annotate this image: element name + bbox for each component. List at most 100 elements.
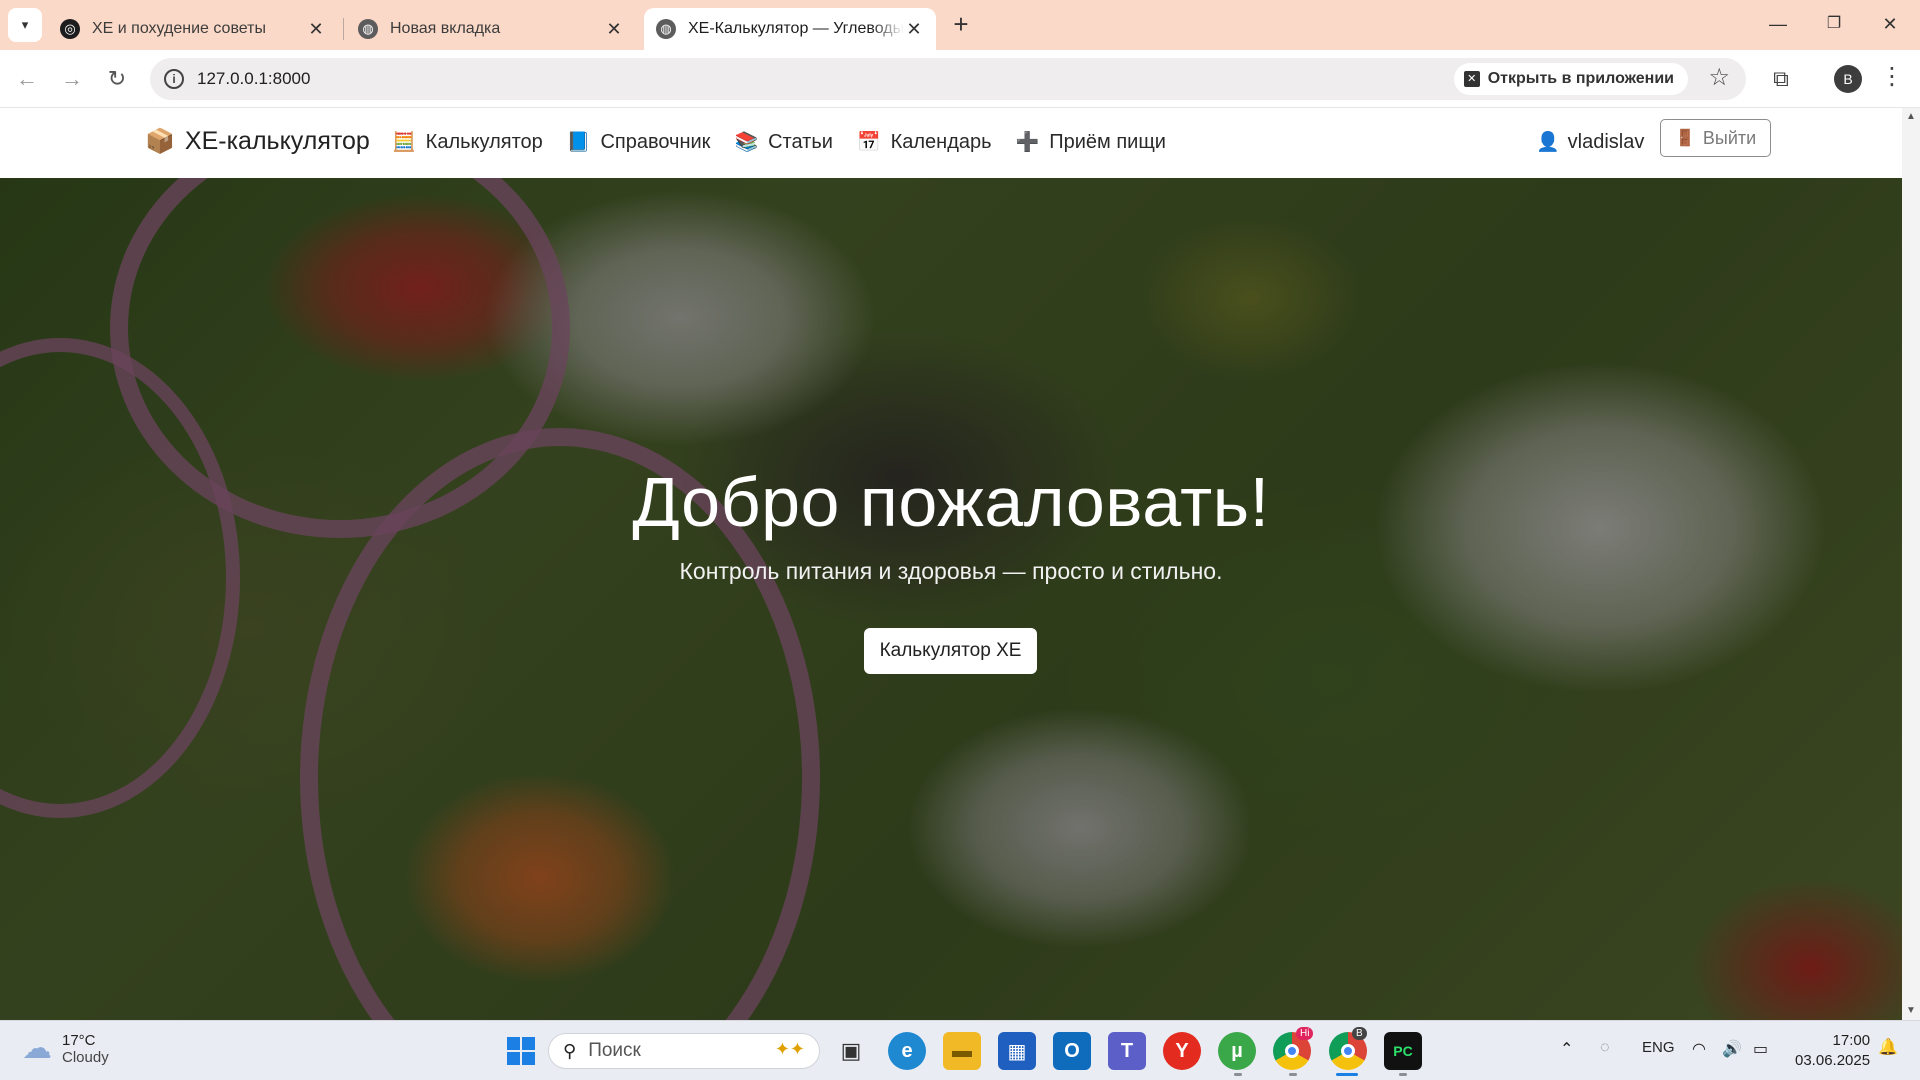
windows-start-icon[interactable] bbox=[502, 1032, 540, 1070]
nav-links: 🧮 Калькулятор 📘 Справочник 📚 Статьи 📅 Ка… bbox=[392, 130, 1190, 154]
close-tab-icon[interactable]: ✕ bbox=[306, 19, 326, 40]
start-logo-pane bbox=[507, 1037, 520, 1050]
nav-item-label: Приём пищи bbox=[1049, 130, 1166, 153]
chrome-center bbox=[1341, 1044, 1355, 1058]
microsoft-store-icon[interactable]: ▦ bbox=[998, 1032, 1036, 1070]
back-arrow-icon[interactable]: ← bbox=[10, 62, 44, 96]
app-icon: ✕ bbox=[1463, 71, 1480, 87]
close-tab-icon[interactable]: ✕ bbox=[604, 19, 624, 40]
open-in-app-button[interactable]: ✕ Открыть в приложении bbox=[1453, 63, 1688, 95]
hero-section: Добро пожаловать! Контроль питания и здо… bbox=[0, 178, 1902, 1020]
brand-link[interactable]: 📦 ХЕ-калькулятор bbox=[145, 127, 370, 156]
notification-badge: Hi bbox=[1296, 1027, 1314, 1040]
profile-avatar[interactable]: B bbox=[1834, 65, 1862, 93]
door-icon: 🚪 bbox=[1675, 130, 1695, 147]
wifi-icon[interactable]: ◠ bbox=[1692, 1039, 1706, 1059]
browser-toolbar: ← → ↻ i 127.0.0.1:8000 ✕ Открыть в прило… bbox=[0, 50, 1920, 108]
books-icon: 📚 bbox=[734, 132, 759, 153]
forward-arrow-icon[interactable]: → bbox=[55, 62, 89, 96]
show-hidden-icons-chevron-icon[interactable]: ⌃ bbox=[1560, 1039, 1573, 1059]
start-logo-pane bbox=[507, 1052, 520, 1065]
weather-widget[interactable]: ☁ 17°C Cloudy bbox=[22, 1031, 109, 1066]
extensions-puzzle-icon[interactable]: ⧉ bbox=[1766, 62, 1796, 96]
search-icon: ⚲ bbox=[563, 1040, 577, 1061]
logout-button[interactable]: 🚪 Выйти bbox=[1660, 119, 1772, 157]
url-text[interactable]: 127.0.0.1:8000 bbox=[197, 69, 310, 89]
utorrent-icon[interactable]: µ bbox=[1218, 1032, 1256, 1070]
outlook-icon[interactable]: O bbox=[1053, 1032, 1091, 1070]
nav-item-calendar[interactable]: 📅 Календарь bbox=[857, 130, 992, 154]
scroll-down-arrow-icon[interactable]: ▼ bbox=[1902, 1002, 1920, 1020]
nav-item-calculator[interactable]: 🧮 Калькулятор bbox=[392, 130, 543, 154]
language-indicator[interactable]: ENG bbox=[1642, 1039, 1675, 1056]
task-view-icon[interactable]: ▣ bbox=[832, 1032, 870, 1070]
openai-icon: ◎ bbox=[60, 19, 80, 39]
tab-title: Новая вкладка bbox=[390, 20, 501, 37]
user-profile-link[interactable]: 👤 vladislav bbox=[1536, 130, 1644, 154]
weather-temp: 17°C bbox=[62, 1031, 96, 1049]
page-scrollbar[interactable]: ▲ ▼ bbox=[1902, 108, 1920, 1020]
nav-item-label: Календарь bbox=[890, 130, 992, 153]
calculator-cta-button[interactable]: Калькулятор ХЕ bbox=[864, 628, 1037, 674]
tab-xe-calculator[interactable]: ◍ ХЕ-Калькулятор — Углеводы и ✕ bbox=[644, 8, 936, 50]
search-placeholder: Поиск bbox=[588, 1040, 641, 1061]
tab-new-tab[interactable]: ◍ Новая вкладка ✕ bbox=[346, 8, 636, 50]
cloud-icon: ☁ bbox=[22, 1032, 52, 1065]
tab-separator bbox=[343, 18, 344, 40]
close-tab-icon[interactable]: ✕ bbox=[904, 19, 924, 40]
nav-item-label: Статьи bbox=[768, 130, 833, 153]
nav-item-label: Справочник bbox=[600, 130, 711, 153]
teams-icon[interactable]: T bbox=[1108, 1032, 1146, 1070]
start-logo-pane bbox=[522, 1052, 535, 1065]
user-icon: 👤 bbox=[1536, 132, 1560, 153]
browser-tab-strip: ▾ ◎ ХЕ и похудение советы ✕ ◍ Новая вкла… bbox=[0, 0, 1920, 50]
plus-icon: ➕ bbox=[1015, 132, 1040, 153]
close-window-icon[interactable]: ✕ bbox=[1870, 8, 1910, 42]
tab-title: ХЕ и похудение советы bbox=[92, 20, 266, 37]
calendar-icon: 📅 bbox=[856, 132, 881, 153]
minimize-icon[interactable]: — bbox=[1758, 8, 1798, 42]
tab-title: ХЕ-Калькулятор — Углеводы и bbox=[688, 20, 904, 37]
profile-badge: B bbox=[1352, 1027, 1367, 1040]
file-explorer-icon[interactable]: ▬ bbox=[943, 1032, 981, 1070]
scroll-up-arrow-icon[interactable]: ▲ bbox=[1902, 108, 1920, 126]
start-logo-pane bbox=[522, 1037, 535, 1050]
nav-item-articles[interactable]: 📚 Статьи bbox=[734, 130, 833, 154]
pycharm-icon[interactable]: PC bbox=[1384, 1032, 1422, 1070]
clock-date: 03.06.2025 bbox=[1795, 1052, 1871, 1069]
globe-icon: ◍ bbox=[656, 19, 676, 39]
tab-xe-advice[interactable]: ◎ ХЕ и похудение советы ✕ bbox=[48, 8, 338, 50]
nav-item-meal[interactable]: ➕ Приём пищи bbox=[1016, 130, 1166, 154]
battery-icon[interactable]: ▭ bbox=[1753, 1039, 1768, 1059]
page-viewport: 📦 ХЕ-калькулятор 🧮 Калькулятор 📘 Справоч… bbox=[0, 108, 1920, 1020]
nav-item-label: Калькулятор bbox=[425, 130, 543, 153]
running-indicator bbox=[1289, 1073, 1297, 1076]
active-indicator bbox=[1336, 1073, 1358, 1076]
new-tab-plus-icon[interactable]: + bbox=[946, 10, 976, 40]
logout-label: Выйти bbox=[1702, 127, 1757, 148]
running-indicator bbox=[1234, 1073, 1242, 1076]
username: vladislav bbox=[1567, 130, 1645, 153]
steam-tray-icon[interactable]: ◌ bbox=[1600, 1039, 1610, 1057]
taskbar-clock[interactable]: 17:00 03.06.2025 bbox=[1795, 1031, 1870, 1071]
browser-menu-icon[interactable]: ⋮ bbox=[1880, 62, 1904, 96]
volume-icon[interactable]: 🔊 bbox=[1722, 1039, 1742, 1059]
package-icon: 📦 bbox=[145, 128, 175, 155]
hero-overlay bbox=[0, 178, 1902, 1020]
nav-item-reference[interactable]: 📘 Справочник bbox=[567, 130, 711, 154]
notifications-bell-icon[interactable]: 🔔 bbox=[1878, 1037, 1898, 1057]
edge-icon[interactable]: e bbox=[888, 1032, 926, 1070]
yandex-browser-icon[interactable]: Y bbox=[1163, 1032, 1201, 1070]
reload-icon[interactable]: ↻ bbox=[100, 62, 134, 96]
taskbar-search[interactable]: ⚲ Поиск ✦✦ bbox=[548, 1033, 820, 1069]
site-info-icon[interactable]: i bbox=[164, 69, 184, 89]
windows-taskbar: ☁ 17°C Cloudy ⚲ Поиск ✦✦ ▣ e ▬ ▦ O T Y µ… bbox=[0, 1020, 1920, 1080]
book-icon: 📘 bbox=[566, 132, 591, 153]
tab-search-chevron-icon[interactable]: ▾ bbox=[8, 8, 42, 42]
start-logo bbox=[506, 1036, 536, 1066]
bookmark-star-icon[interactable]: ☆ bbox=[1708, 65, 1730, 91]
address-bar[interactable]: i 127.0.0.1:8000 ✕ Открыть в приложении … bbox=[150, 58, 1746, 100]
restore-icon[interactable]: ❐ bbox=[1814, 8, 1854, 42]
chrome-center bbox=[1285, 1044, 1299, 1058]
weather-condition: Cloudy bbox=[62, 1048, 109, 1066]
